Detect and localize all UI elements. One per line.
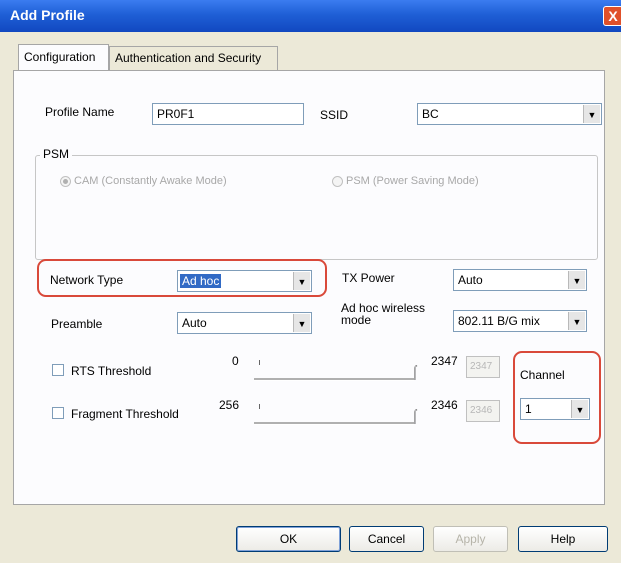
preamble-value: Auto <box>182 316 207 330</box>
add-profile-dialog: Add Profile X Configuration Authenticati… <box>0 0 621 563</box>
cancel-button[interactable]: Cancel <box>349 526 424 552</box>
fragment-threshold-label: Fragment Threshold <box>71 407 179 421</box>
window-title: Add Profile <box>10 7 85 23</box>
tx-power-label: TX Power <box>342 271 395 285</box>
preamble-select[interactable]: Auto ▼ <box>177 312 312 334</box>
fragment-threshold-value[interactable]: 2346 <box>466 400 500 422</box>
rts-threshold-label: RTS Threshold <box>71 364 152 378</box>
network-type-label: Network Type <box>50 273 124 287</box>
fragment-slider-tick <box>259 404 260 409</box>
rts-min-label: 0 <box>232 354 239 368</box>
profile-name-label: Profile Name <box>45 105 115 119</box>
psm-radio[interactable] <box>332 176 343 187</box>
network-type-value: Ad hoc <box>180 274 222 288</box>
ssid-value: BC <box>422 107 439 121</box>
chevron-down-icon[interactable]: ▼ <box>568 312 585 330</box>
fragment-slider-track[interactable] <box>254 422 414 425</box>
channel-value: 1 <box>525 402 532 416</box>
rts-threshold-checkbox[interactable] <box>52 364 64 376</box>
psm-legend: PSM <box>40 147 73 161</box>
adhoc-mode-select[interactable]: 802.11 B/G mix ▼ <box>453 310 587 332</box>
psm-group <box>35 155 598 260</box>
adhoc-mode-label-line2: mode <box>341 313 372 327</box>
tx-power-value: Auto <box>458 273 483 287</box>
rts-threshold-value[interactable]: 2347 <box>466 356 500 378</box>
tab-configuration[interactable]: Configuration <box>18 44 109 70</box>
channel-select[interactable]: 1 ▼ <box>520 398 590 420</box>
chevron-down-icon[interactable]: ▼ <box>568 271 585 289</box>
preamble-label: Preamble <box>51 317 103 331</box>
title-bar[interactable]: Add Profile X <box>0 0 621 32</box>
fragment-threshold-checkbox[interactable] <box>52 407 64 419</box>
slider-thumb-icon[interactable]: ⌠ <box>411 408 419 423</box>
chevron-down-icon[interactable]: ▼ <box>571 400 588 418</box>
channel-label: Channel <box>520 368 565 382</box>
ok-button[interactable]: OK <box>236 526 341 552</box>
profile-name-input[interactable]: PR0F1 <box>152 103 304 125</box>
slider-thumb-icon[interactable]: ⌠ <box>411 364 419 379</box>
rts-slider-track[interactable] <box>254 378 414 381</box>
rts-max-label: 2347 <box>431 354 458 368</box>
fragment-min-label: 256 <box>219 398 240 412</box>
help-button[interactable]: Help <box>518 526 608 552</box>
fragment-max-label: 2346 <box>431 398 458 412</box>
cam-label: CAM (Constantly Awake Mode) <box>74 175 227 187</box>
ssid-label: SSID <box>320 108 349 122</box>
rts-slider-tick <box>259 360 260 365</box>
tx-power-select[interactable]: Auto ▼ <box>453 269 587 291</box>
chevron-down-icon[interactable]: ▼ <box>293 272 310 290</box>
apply-button[interactable]: Apply <box>433 526 508 552</box>
chevron-down-icon[interactable]: ▼ <box>583 105 600 123</box>
network-type-select[interactable]: Ad hoc ▼ <box>177 270 312 292</box>
adhoc-mode-value: 802.11 B/G mix <box>458 314 540 328</box>
configuration-panel: Profile Name PR0F1 SSID BC ▼ PSM CAM (Co… <box>13 70 605 505</box>
chevron-down-icon[interactable]: ▼ <box>293 314 310 332</box>
tab-authentication-security[interactable]: Authentication and Security <box>109 46 278 70</box>
close-icon[interactable]: X <box>603 6 621 26</box>
psm-label: PSM (Power Saving Mode) <box>346 175 479 187</box>
ssid-select[interactable]: BC ▼ <box>417 103 602 125</box>
cam-radio[interactable] <box>60 176 71 187</box>
